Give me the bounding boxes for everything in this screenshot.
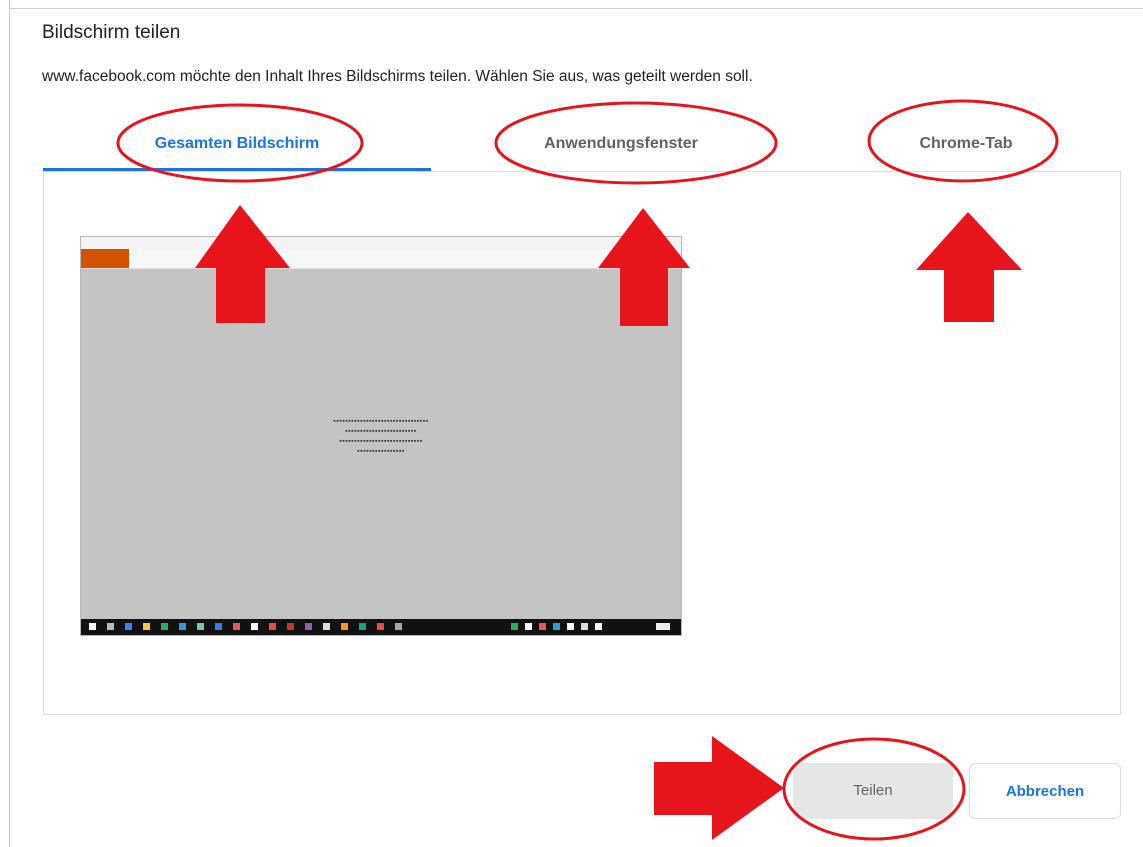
taskbar-app-icon <box>395 623 402 630</box>
taskbar-app-icon <box>287 623 294 630</box>
window-border-top <box>9 8 1143 9</box>
taskbar-app-icon <box>215 623 222 630</box>
taskbar-app-icon <box>125 623 132 630</box>
screen-thumbnail[interactable]: ▪▪▪▪▪▪▪▪▪▪▪▪▪▪▪▪▪▪▪▪▪▪▪▪▪▪▪▪▪▪▪▪ ▪▪▪▪▪▪▪▪… <box>81 237 681 635</box>
dialog-description: www.facebook.com möchte den Inhalt Ihres… <box>42 68 753 85</box>
tray-icon <box>525 623 532 630</box>
thumbnail-titlebar <box>81 237 681 249</box>
taskbar-app-icon <box>179 623 186 630</box>
taskbar-app-icon <box>251 623 258 630</box>
tray-icon <box>595 623 602 630</box>
tray-icon <box>567 623 574 630</box>
tray-icon <box>511 623 518 630</box>
thumbnail-taskbar <box>81 619 681 635</box>
tray-icon <box>539 623 546 630</box>
dialog-title: Bildschirm teilen <box>42 22 181 43</box>
taskbar-app-icon <box>233 623 240 630</box>
taskbar-app-icon <box>143 623 150 630</box>
tab-bar: Gesamten Bildschirm Anwendungsfenster Ch… <box>43 120 1121 172</box>
tab-chrome-tab[interactable]: Chrome-Tab <box>811 120 1121 170</box>
window-border-left <box>9 0 10 847</box>
tab-entire-screen[interactable]: Gesamten Bildschirm <box>43 120 431 170</box>
cancel-button[interactable]: Abbrechen <box>969 763 1121 819</box>
taskbar-app-icon <box>161 623 168 630</box>
tab-application-window[interactable]: Anwendungsfenster <box>431 120 811 170</box>
taskbar-app-icon <box>341 623 348 630</box>
taskbar-app-icon <box>323 623 330 630</box>
thumbnail-preview-text: ▪▪▪▪▪▪▪▪▪▪▪▪▪▪▪▪▪▪▪▪▪▪▪▪▪▪▪▪▪▪▪▪ ▪▪▪▪▪▪▪▪… <box>333 418 429 455</box>
taskbar-app-icon <box>197 623 204 630</box>
clock-icon <box>656 623 670 630</box>
annotation-arrow-right-share <box>654 736 784 840</box>
taskbar-app-icon <box>107 623 114 630</box>
taskbar-app-icon <box>305 623 312 630</box>
share-button[interactable]: Teilen <box>793 763 953 819</box>
taskbar-app-icon <box>359 623 366 630</box>
start-icon <box>89 623 96 630</box>
taskbar-app-icon <box>377 623 384 630</box>
tray-icon <box>553 623 560 630</box>
thumbnail-ribbon <box>81 249 681 269</box>
thumbnail-app-menu <box>81 249 129 268</box>
tray-icon <box>581 623 588 630</box>
taskbar-app-icon <box>269 623 276 630</box>
